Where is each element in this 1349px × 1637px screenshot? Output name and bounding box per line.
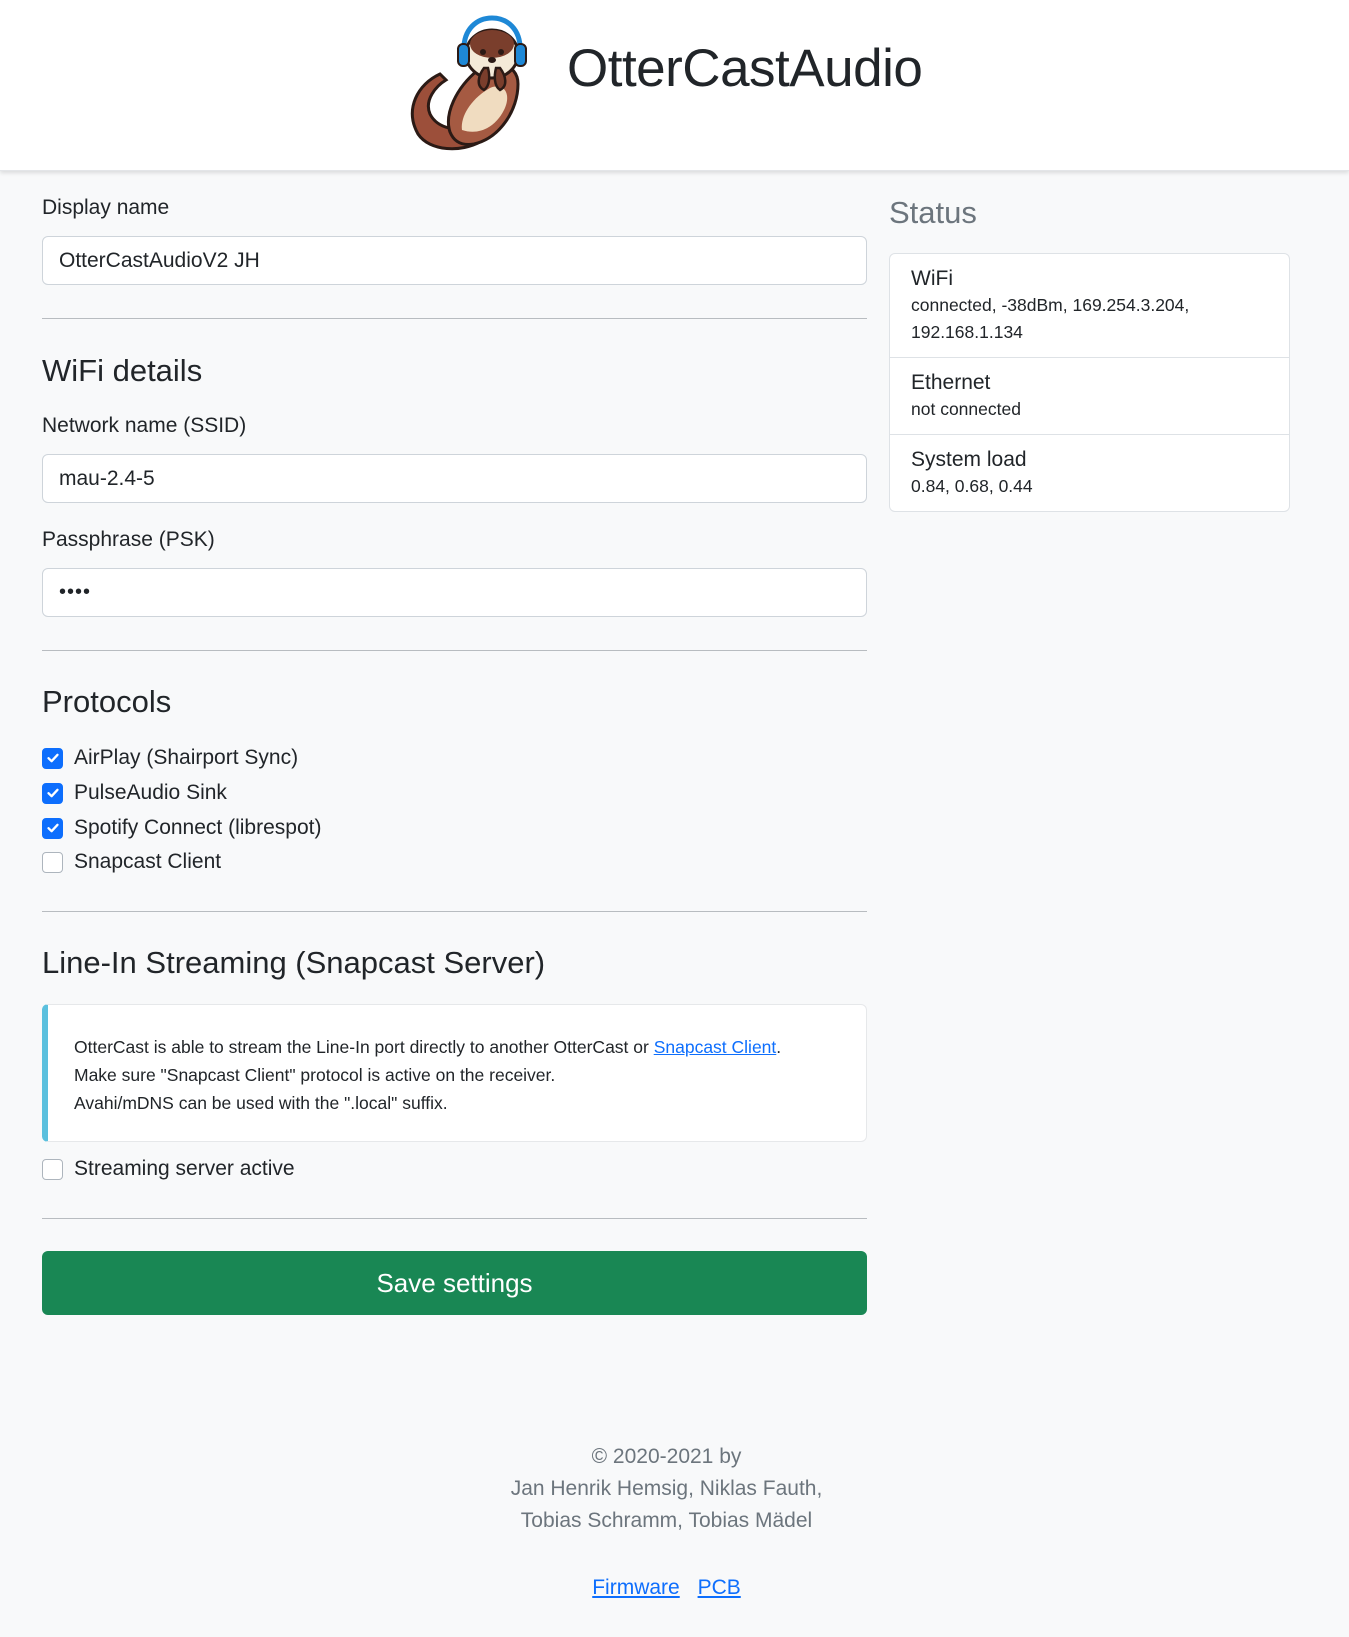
app-title: OtterCastAudio xyxy=(567,39,923,98)
footer-links: Firmware PCB xyxy=(0,1576,1333,1600)
divider xyxy=(42,911,867,912)
footer-credits: © 2020-2021 by Jan Henrik Hemsig, Niklas… xyxy=(0,1441,1333,1537)
status-item-wifi: WiFi connected, -38dBm, 169.254.3.204, 1… xyxy=(890,254,1289,358)
info-text: . xyxy=(776,1037,782,1057)
authors-line-1: Jan Henrik Hemsig, Niklas Fauth, xyxy=(510,1477,823,1500)
divider xyxy=(42,318,867,319)
status-value: not connected xyxy=(911,399,1021,419)
status-card: WiFi connected, -38dBm, 169.254.3.204, 1… xyxy=(889,253,1290,512)
protocol-spotify[interactable]: Spotify Connect (librespot) xyxy=(42,814,321,842)
protocol-label: Snapcast Client xyxy=(74,850,222,873)
info-line-1: OtterCast is able to stream the Line-In … xyxy=(74,1033,840,1061)
authors-line-2: Tobias Schramm, Tobias Mädel xyxy=(520,1509,813,1532)
protocol-snapcast-client[interactable]: Snapcast Client xyxy=(42,848,221,876)
status-value: 0.84, 0.68, 0.44 xyxy=(911,476,1033,496)
checkmark-icon xyxy=(46,788,59,798)
protocol-label: Spotify Connect (librespot) xyxy=(74,816,322,839)
protocol-label: AirPlay (Shairport Sync) xyxy=(74,746,299,769)
protocol-pulseaudio[interactable]: PulseAudio Sink xyxy=(42,779,227,807)
checkmark-icon xyxy=(46,823,59,833)
status-name: WiFi xyxy=(911,267,953,290)
info-line-2: Make sure "Snapcast Client" protocol is … xyxy=(74,1065,556,1085)
info-text: OtterCast is able to stream the Line-In … xyxy=(74,1037,654,1057)
otter-with-headphones-icon xyxy=(410,15,527,151)
psk-input[interactable] xyxy=(42,568,867,617)
wifi-details-heading: WiFi details xyxy=(42,353,203,388)
streaming-server-label: Streaming server active xyxy=(74,1157,295,1180)
snapcast-client-link[interactable]: Snapcast Client xyxy=(654,1037,777,1057)
line-in-info-callout: OtterCast is able to stream the Line-In … xyxy=(42,1004,867,1142)
psk-label: Passphrase (PSK) xyxy=(42,528,215,551)
status-name: Ethernet xyxy=(911,371,991,394)
status-value: connected, -38dBm, 169.254.3.204, 192.16… xyxy=(911,295,1190,342)
status-name: System load xyxy=(911,448,1027,471)
line-in-streaming-heading: Line-In Streaming (Snapcast Server) xyxy=(42,945,546,980)
status-heading: Status xyxy=(889,195,977,230)
protocols-heading: Protocols xyxy=(42,684,172,719)
ssid-input[interactable] xyxy=(42,454,867,503)
checkbox[interactable] xyxy=(42,851,63,873)
protocol-airplay[interactable]: AirPlay (Shairport Sync) xyxy=(42,744,298,772)
status-item-system-load: System load 0.84, 0.68, 0.44 xyxy=(890,435,1289,511)
checkbox[interactable] xyxy=(42,817,63,839)
checkbox[interactable] xyxy=(42,747,63,769)
checkmark-icon xyxy=(46,753,59,763)
display-name-input[interactable] xyxy=(42,236,867,285)
display-name-label: Display name xyxy=(42,196,170,219)
checkbox[interactable] xyxy=(42,1158,63,1180)
checkbox[interactable] xyxy=(42,782,63,804)
ssid-label: Network name (SSID) xyxy=(42,414,247,437)
info-line-3: Avahi/mDNS can be used with the ".local"… xyxy=(74,1093,448,1113)
status-item-ethernet: Ethernet not connected xyxy=(890,358,1289,435)
page-header: OtterCastAudio xyxy=(0,0,1349,171)
streaming-server-active[interactable]: Streaming server active xyxy=(42,1155,295,1183)
firmware-link[interactable]: Firmware xyxy=(592,1576,680,1599)
protocol-label: PulseAudio Sink xyxy=(74,781,227,804)
divider xyxy=(42,650,867,651)
copyright-line: © 2020-2021 by xyxy=(591,1445,742,1468)
pcb-link[interactable]: PCB xyxy=(698,1576,741,1599)
save-settings-button[interactable]: Save settings xyxy=(42,1251,867,1315)
divider xyxy=(42,1218,867,1219)
